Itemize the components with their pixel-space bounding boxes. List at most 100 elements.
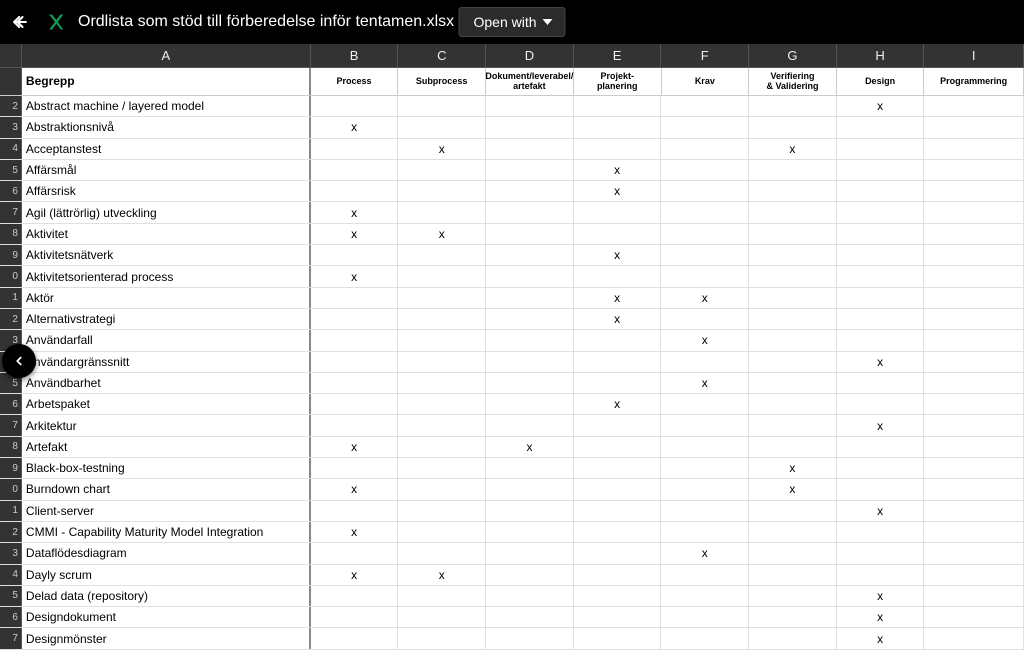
mark-cell[interactable]	[398, 309, 486, 329]
row-number[interactable]: 8	[0, 224, 22, 244]
mark-cell[interactable]	[574, 479, 662, 499]
mark-cell[interactable]	[749, 266, 837, 286]
mark-cell[interactable]	[924, 479, 1024, 499]
mark-cell[interactable]: x	[661, 373, 749, 393]
mark-cell[interactable]	[398, 586, 486, 606]
mark-cell[interactable]	[661, 522, 749, 542]
mark-cell[interactable]	[837, 160, 925, 180]
mark-cell[interactable]	[661, 160, 749, 180]
mark-cell[interactable]	[749, 330, 837, 350]
mark-cell[interactable]	[924, 117, 1024, 137]
row-number[interactable]: 2	[0, 522, 22, 542]
mark-cell[interactable]	[486, 160, 574, 180]
mark-cell[interactable]	[398, 607, 486, 627]
mark-cell[interactable]	[749, 352, 837, 372]
mark-cell[interactable]	[837, 288, 925, 308]
mark-cell[interactable]	[486, 245, 574, 265]
mark-cell[interactable]: x	[837, 501, 925, 521]
mark-cell[interactable]	[837, 309, 925, 329]
mark-cell[interactable]	[924, 437, 1024, 457]
mark-cell[interactable]	[486, 181, 574, 201]
term-cell[interactable]: Arbetspaket	[22, 394, 311, 414]
mark-cell[interactable]	[924, 415, 1024, 435]
mark-cell[interactable]	[398, 458, 486, 478]
term-cell[interactable]: Affärsrisk	[22, 181, 311, 201]
mark-cell[interactable]	[749, 543, 837, 563]
mark-cell[interactable]	[486, 266, 574, 286]
mark-cell[interactable]	[398, 394, 486, 414]
term-cell[interactable]: Användargränssnitt	[22, 352, 311, 372]
term-cell[interactable]: Aktivitetsorienterad process	[22, 266, 311, 286]
mark-cell[interactable]	[749, 96, 837, 116]
open-with-button[interactable]: Open with	[458, 7, 565, 37]
mark-cell[interactable]	[837, 181, 925, 201]
mark-cell[interactable]	[661, 565, 749, 585]
mark-cell[interactable]: x	[574, 394, 662, 414]
mark-cell[interactable]	[661, 607, 749, 627]
mark-cell[interactable]	[486, 458, 574, 478]
mark-cell[interactable]	[574, 415, 662, 435]
field-header[interactable]: Projekt- planering	[574, 68, 662, 95]
mark-cell[interactable]	[837, 479, 925, 499]
mark-cell[interactable]	[749, 181, 837, 201]
mark-cell[interactable]	[661, 266, 749, 286]
mark-cell[interactable]	[924, 330, 1024, 350]
mark-cell[interactable]	[749, 117, 837, 137]
field-header[interactable]: Dokument/leverabel/ artefakt	[486, 68, 574, 95]
row-number[interactable]: 4	[0, 139, 22, 159]
mark-cell[interactable]	[749, 245, 837, 265]
mark-cell[interactable]	[749, 437, 837, 457]
mark-cell[interactable]: x	[661, 330, 749, 350]
mark-cell[interactable]: x	[837, 96, 925, 116]
mark-cell[interactable]: x	[311, 224, 399, 244]
mark-cell[interactable]	[661, 437, 749, 457]
mark-cell[interactable]	[749, 415, 837, 435]
mark-cell[interactable]	[837, 266, 925, 286]
mark-cell[interactable]	[749, 522, 837, 542]
mark-cell[interactable]	[574, 373, 662, 393]
row-number[interactable]: 6	[0, 607, 22, 627]
mark-cell[interactable]	[749, 501, 837, 521]
mark-cell[interactable]	[749, 309, 837, 329]
mark-cell[interactable]	[924, 96, 1024, 116]
mark-cell[interactable]	[398, 437, 486, 457]
col-header[interactable]: E	[574, 44, 662, 67]
col-header[interactable]: I	[924, 44, 1024, 67]
mark-cell[interactable]: x	[311, 565, 399, 585]
mark-cell[interactable]	[837, 330, 925, 350]
mark-cell[interactable]	[311, 352, 399, 372]
row-number[interactable]: 1	[0, 501, 22, 521]
mark-cell[interactable]	[311, 458, 399, 478]
row-number[interactable]: 6	[0, 181, 22, 201]
mark-cell[interactable]	[311, 501, 399, 521]
mark-cell[interactable]	[837, 245, 925, 265]
mark-cell[interactable]	[574, 330, 662, 350]
mark-cell[interactable]	[837, 224, 925, 244]
mark-cell[interactable]	[486, 607, 574, 627]
mark-cell[interactable]	[398, 415, 486, 435]
mark-cell[interactable]: x	[311, 437, 399, 457]
mark-cell[interactable]: x	[661, 288, 749, 308]
mark-cell[interactable]	[398, 479, 486, 499]
mark-cell[interactable]	[924, 288, 1024, 308]
term-cell[interactable]: Burndown chart	[22, 479, 311, 499]
mark-cell[interactable]	[837, 565, 925, 585]
mark-cell[interactable]	[661, 245, 749, 265]
mark-cell[interactable]	[837, 522, 925, 542]
mark-cell[interactable]: x	[398, 565, 486, 585]
mark-cell[interactable]	[924, 607, 1024, 627]
mark-cell[interactable]	[924, 501, 1024, 521]
mark-cell[interactable]	[574, 586, 662, 606]
mark-cell[interactable]	[924, 139, 1024, 159]
col-header[interactable]: A	[22, 44, 311, 67]
mark-cell[interactable]	[749, 202, 837, 222]
mark-cell[interactable]	[924, 543, 1024, 563]
term-cell[interactable]: Aktivitet	[22, 224, 311, 244]
term-cell[interactable]: Abstract machine / layered model	[22, 96, 311, 116]
mark-cell[interactable]	[574, 139, 662, 159]
mark-cell[interactable]	[749, 586, 837, 606]
field-header[interactable]: Verifiering & Validering	[749, 68, 837, 95]
mark-cell[interactable]	[398, 543, 486, 563]
term-cell[interactable]: Aktör	[22, 288, 311, 308]
mark-cell[interactable]	[486, 288, 574, 308]
